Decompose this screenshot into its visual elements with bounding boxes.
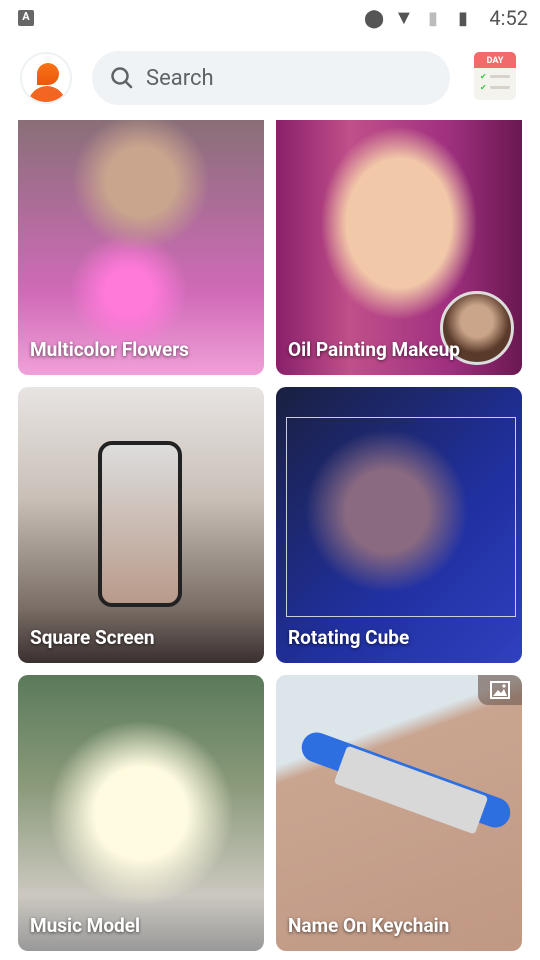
calendar-day-label: DAY [474, 52, 516, 68]
notification-a-icon: A [18, 10, 34, 26]
user-icon-body [28, 86, 66, 102]
card-label: Oil Painting Makeup [288, 338, 460, 361]
search-input[interactable]: Search [92, 51, 450, 105]
clock: 4:52 [489, 6, 528, 30]
card-label: Square Screen [30, 626, 155, 649]
card-label: Multicolor Flowers [30, 338, 189, 361]
effect-card-square-screen[interactable]: Square Screen [18, 387, 264, 663]
card-label: Name On Keychain [288, 914, 450, 937]
name-plate [333, 745, 489, 835]
search-placeholder: Search [146, 65, 214, 91]
wifi-icon: ▼ [394, 5, 414, 29]
effect-card-name-on-keychain[interactable]: Name On Keychain [276, 675, 522, 951]
image-icon [478, 675, 522, 705]
status-bar: A ⬤ ▼ ▮ ▮ 4:52 [0, 0, 540, 36]
calendar-icon[interactable]: DAY ✔ ✔ [474, 52, 516, 100]
effect-card-music-model[interactable]: Music Model [18, 675, 264, 951]
effect-card-rotating-cube[interactable]: Rotating Cube [276, 387, 522, 663]
header: Search DAY ✔ ✔ [0, 48, 540, 108]
profile-avatar[interactable] [20, 52, 72, 104]
line [490, 86, 510, 89]
search-icon [111, 67, 133, 89]
location-icon: ⬤ [364, 8, 385, 29]
effects-grid[interactable]: Multicolor Flowers Oil Painting Makeup S… [0, 120, 540, 960]
battery-charging-icon: ▮ [458, 8, 468, 29]
no-sim-icon: ▮ [428, 8, 438, 29]
user-icon [37, 63, 59, 85]
check-icon: ✔ [480, 72, 487, 81]
cube-outline [286, 417, 516, 617]
card-label: Rotating Cube [288, 626, 410, 649]
phone-frame [98, 441, 182, 607]
check-icon: ✔ [480, 83, 487, 92]
effect-card-multicolor-flowers[interactable]: Multicolor Flowers [18, 120, 264, 375]
card-label: Music Model [30, 914, 141, 937]
effect-card-oil-painting-makeup[interactable]: Oil Painting Makeup [276, 120, 522, 375]
line [490, 75, 510, 78]
